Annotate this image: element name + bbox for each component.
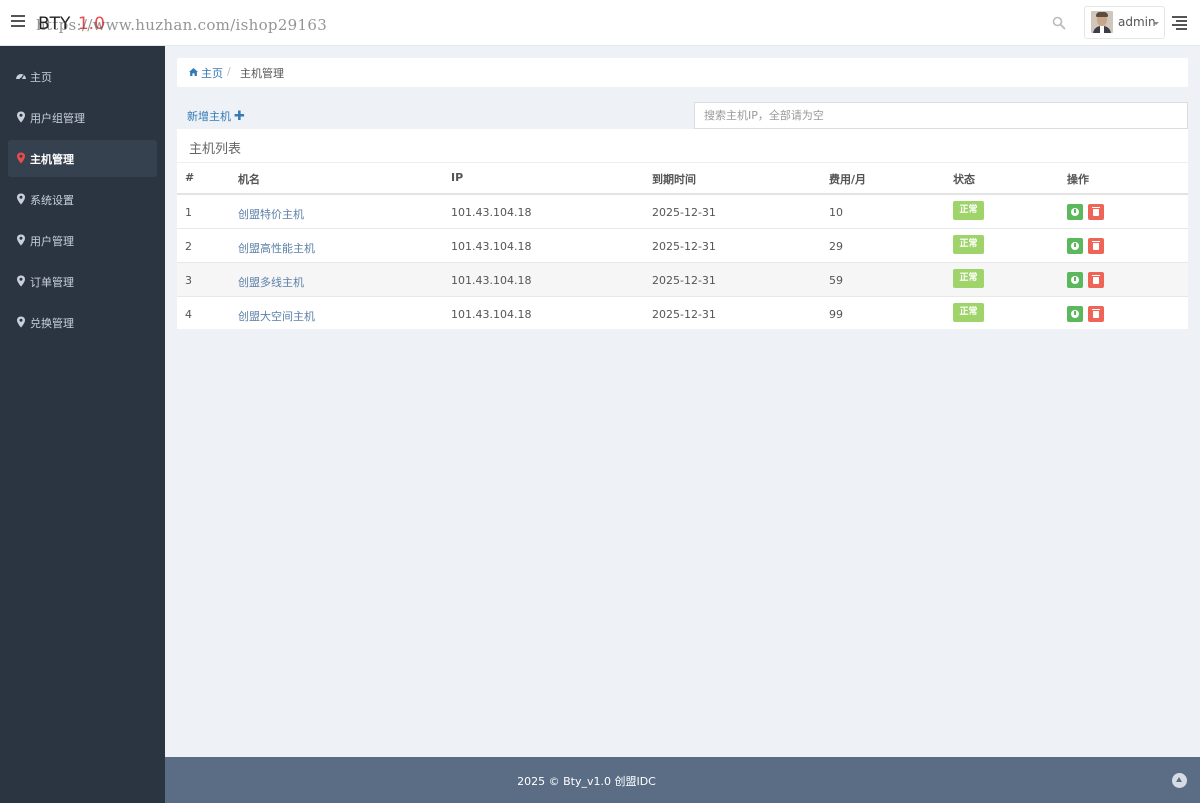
map-marker-icon xyxy=(17,193,25,205)
sidebar-item-settings[interactable]: 系统设置 xyxy=(8,181,157,218)
sidebar-item-label: 主页 xyxy=(30,71,52,84)
breadcrumb-current: 主机管理 xyxy=(240,67,284,80)
sidebar-item-label: 系统设置 xyxy=(30,194,74,207)
cell-ip: 101.43.104.18 xyxy=(451,308,532,321)
column-header-index: # xyxy=(185,171,195,184)
sidebar-item-label: 用户组管理 xyxy=(30,112,85,125)
power-icon xyxy=(1071,208,1079,216)
column-header-name: 机名 xyxy=(238,173,260,186)
trash-icon xyxy=(1092,207,1100,216)
sidebar-item-label: 订单管理 xyxy=(30,276,74,289)
status-badge: 正常 xyxy=(953,201,984,220)
table-row: 2 创盟高性能主机 101.43.104.18 2025-12-31 29 正常 xyxy=(177,229,1188,263)
map-marker-icon xyxy=(17,111,25,123)
power-icon xyxy=(1071,310,1079,318)
footer-copyright: 2025 © Bty_v1.0 创盟IDC xyxy=(517,775,656,788)
dashboard-icon xyxy=(16,74,26,81)
chevron-up-icon[interactable] xyxy=(1172,773,1187,788)
cell-expire: 2025-12-31 xyxy=(652,206,716,219)
status-badge: 正常 xyxy=(953,303,984,322)
table-row: 1 创盟特价主机 101.43.104.18 2025-12-31 10 正常 xyxy=(177,195,1188,229)
delete-button[interactable] xyxy=(1088,272,1104,288)
cell-index: 4 xyxy=(185,308,192,321)
sidebar-item-label: 用户管理 xyxy=(30,235,74,248)
user-menu-button[interactable]: admin xyxy=(1084,6,1165,39)
cell-ip: 101.43.104.18 xyxy=(451,274,532,287)
breadcrumb-home-link[interactable]: 主页 xyxy=(201,65,223,81)
column-header-fee: 费用/月 xyxy=(829,173,867,186)
cell-fee: 59 xyxy=(829,274,843,287)
column-header-expire: 到期时间 xyxy=(652,173,696,186)
cell-fee: 29 xyxy=(829,240,843,253)
search-ip-input[interactable] xyxy=(694,102,1188,129)
sidebar-item-hosts[interactable]: 主机管理 xyxy=(8,140,157,177)
home-icon xyxy=(189,68,198,76)
enable-button[interactable] xyxy=(1067,204,1083,220)
cell-fee: 10 xyxy=(829,206,843,219)
trash-icon xyxy=(1092,309,1100,318)
align-right-icon[interactable] xyxy=(1172,16,1187,30)
avatar xyxy=(1091,11,1113,33)
sidebar-item-label: 主机管理 xyxy=(30,153,74,166)
search-icon[interactable] xyxy=(1052,16,1066,30)
sidebar-item-label: 兑换管理 xyxy=(30,317,74,330)
enable-button[interactable] xyxy=(1067,238,1083,254)
cell-ip: 101.43.104.18 xyxy=(451,240,532,253)
cell-index: 1 xyxy=(185,206,192,219)
cell-expire: 2025-12-31 xyxy=(652,240,716,253)
host-list-panel: 主机列表 # 机名 IP 到期时间 费用/月 状态 操作 1 创盟特价主机 10… xyxy=(177,129,1188,329)
column-header-status: 状态 xyxy=(953,173,975,186)
add-host-button[interactable]: 新增主机 ✚ xyxy=(187,108,245,124)
cell-host-name-link[interactable]: 创盟特价主机 xyxy=(238,206,304,222)
divider xyxy=(177,162,1188,163)
user-name: admin xyxy=(1118,15,1156,29)
cell-fee: 99 xyxy=(829,308,843,321)
cell-host-name-link[interactable]: 创盟多线主机 xyxy=(238,274,304,290)
footer: 2025 © Bty_v1.0 创盟IDC xyxy=(165,757,1200,803)
delete-button[interactable] xyxy=(1088,238,1104,254)
top-header: BTY 1.0 https://www.huzhan.com/ishop2916… xyxy=(0,0,1200,46)
plus-icon: ✚ xyxy=(234,109,245,124)
column-header-actions: 操作 xyxy=(1067,173,1089,186)
delete-button[interactable] xyxy=(1088,306,1104,322)
trash-icon xyxy=(1092,241,1100,250)
power-icon xyxy=(1071,242,1079,250)
table-row: 3 创盟多线主机 101.43.104.18 2025-12-31 59 正常 xyxy=(177,263,1188,297)
cell-expire: 2025-12-31 xyxy=(652,308,716,321)
status-badge: 正常 xyxy=(953,235,984,254)
sidebar-item-orders[interactable]: 订单管理 xyxy=(8,263,157,300)
breadcrumb: 主页 / 主机管理 xyxy=(177,58,1188,87)
sidebar-item-home[interactable]: 主页 xyxy=(8,58,157,95)
add-host-label: 新增主机 xyxy=(187,110,231,123)
delete-button[interactable] xyxy=(1088,204,1104,220)
hamburger-icon[interactable] xyxy=(11,15,25,29)
sidebar-item-users[interactable]: 用户管理 xyxy=(8,222,157,259)
caret-down-icon xyxy=(1153,22,1159,25)
table-row: 4 创盟大空间主机 101.43.104.18 2025-12-31 99 正常 xyxy=(177,297,1188,331)
cell-host-name-link[interactable]: 创盟大空间主机 xyxy=(238,308,315,324)
panel-title: 主机列表 xyxy=(189,142,242,157)
sidebar-item-redeem[interactable]: 兑换管理 xyxy=(8,304,157,341)
column-header-ip: IP xyxy=(451,171,464,184)
cell-ip: 101.43.104.18 xyxy=(451,206,532,219)
map-marker-icon xyxy=(17,152,25,164)
breadcrumb-separator: / xyxy=(227,65,231,78)
map-marker-icon xyxy=(17,234,25,246)
cell-index: 3 xyxy=(185,274,192,287)
map-marker-icon xyxy=(17,316,25,328)
watermark-text: https://www.huzhan.com/ishop29163 xyxy=(36,16,328,34)
map-marker-icon xyxy=(17,275,25,287)
status-badge: 正常 xyxy=(953,269,984,288)
cell-expire: 2025-12-31 xyxy=(652,274,716,287)
trash-icon xyxy=(1092,275,1100,284)
power-icon xyxy=(1071,276,1079,284)
enable-button[interactable] xyxy=(1067,306,1083,322)
sidebar-item-user-groups[interactable]: 用户组管理 xyxy=(8,99,157,136)
enable-button[interactable] xyxy=(1067,272,1083,288)
cell-host-name-link[interactable]: 创盟高性能主机 xyxy=(238,240,315,256)
cell-index: 2 xyxy=(185,240,192,253)
sidebar: 主页 用户组管理 主机管理 系统设置 用户管理 订单管理 兑换管理 xyxy=(0,46,165,803)
